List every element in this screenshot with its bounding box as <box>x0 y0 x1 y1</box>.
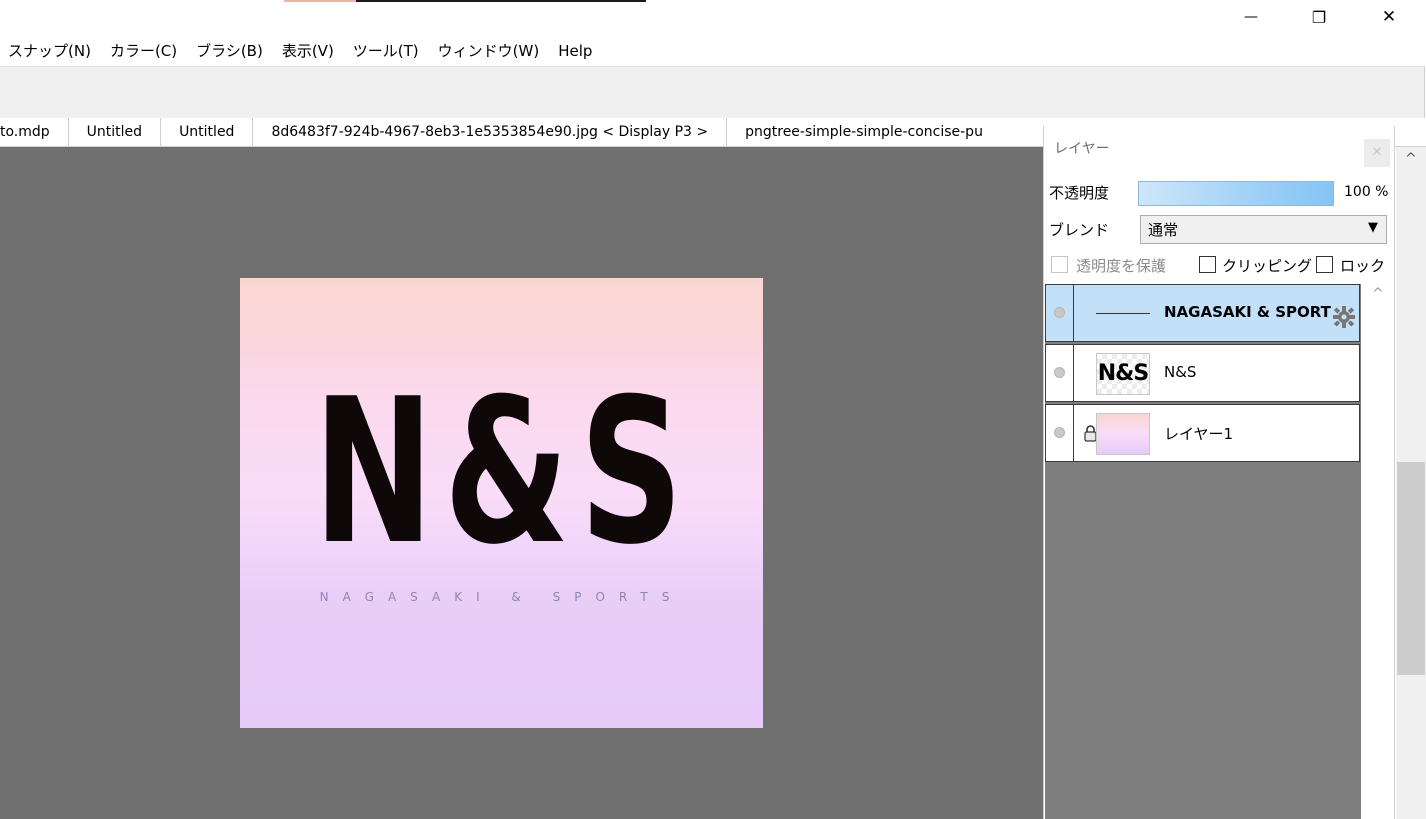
lock-checkbox[interactable] <box>1316 256 1333 273</box>
layer-row-text[interactable]: NAGASAKI & SPORT <box>1045 284 1360 342</box>
layer-name: N&S <box>1164 363 1197 381</box>
layer-list: NAGASAKI & SPORT N&S N&S レイヤー1 <box>1045 284 1361 819</box>
logo-main-text: N&S <box>313 356 694 589</box>
tab-pngtree[interactable]: pngtree-simple-simple-concise-pu <box>727 118 1001 146</box>
minimize-button[interactable]: — <box>1228 0 1274 34</box>
layer-panel: レイヤー ✕ 不透明度 100 % ブレンド 通常 ▼ 透明度を保護 クリッピン… <box>1043 126 1395 819</box>
scroll-up-icon[interactable]: ^ <box>1405 151 1417 167</box>
title-accent <box>284 0 356 2</box>
layer-panel-title: レイヤー <box>1054 141 1110 157</box>
blend-mode-select[interactable]: 通常 ▼ <box>1140 215 1387 244</box>
close-window-button[interactable]: ✕ <box>1366 0 1412 34</box>
image-layer-thumbnail: N&S <box>1096 353 1150 395</box>
layer-list-scrollbar[interactable]: ^ <box>1363 284 1393 819</box>
scroll-up-icon[interactable]: ^ <box>1372 286 1384 302</box>
layer-visibility-toggle[interactable] <box>1046 405 1074 461</box>
chevron-down-icon: ▼ <box>1368 220 1378 235</box>
blend-mode-value: 通常 <box>1148 221 1179 239</box>
menu-brush[interactable]: ブラシ(B) <box>188 36 274 66</box>
layer-name: レイヤー1 <box>1164 425 1234 443</box>
tab-jpg-image[interactable]: 8d6483f7-924b-4967-8eb3-1e5353854e90.jpg… <box>253 118 728 146</box>
tab-document[interactable]: to.mdp <box>0 118 69 146</box>
menu-help[interactable]: Help <box>550 36 603 66</box>
restore-button[interactable]: ❐ <box>1296 0 1342 34</box>
gradient-layer-thumbnail <box>1096 413 1150 455</box>
opacity-label: 不透明度 <box>1049 184 1110 202</box>
opacity-value: 100 % <box>1344 184 1389 200</box>
menu-window[interactable]: ウィンドウ(W) <box>430 36 551 66</box>
logo-subtitle-text: NAGASAKI & SPORTS <box>319 590 684 604</box>
lock-label: ロック <box>1340 257 1386 275</box>
protect-alpha-label: 透明度を保護 <box>1076 257 1167 275</box>
menu-tools[interactable]: ツール(T) <box>345 36 430 66</box>
clipping-label: クリッピング <box>1222 257 1313 275</box>
restore-icon: ❐ <box>1311 7 1327 27</box>
layer-row-image[interactable]: N&S N&S <box>1045 344 1360 402</box>
title-accent-dark <box>356 0 646 2</box>
close-icon: ✕ <box>1381 7 1397 27</box>
protect-alpha-checkbox[interactable] <box>1051 256 1068 273</box>
menu-view[interactable]: 表示(V) <box>274 36 345 66</box>
layer-visibility-toggle[interactable] <box>1046 345 1074 401</box>
minimize-icon: — <box>1244 9 1258 25</box>
canvas-vertical-scrollbar[interactable]: ^ <box>1396 147 1426 819</box>
menu-bar: スナップ(N) カラー(C) ブラシ(B) 表示(V) ツール(T) ウィンドウ… <box>0 36 1426 66</box>
opacity-slider[interactable] <box>1138 181 1334 206</box>
menu-snap[interactable]: スナップ(N) <box>0 36 102 66</box>
visibility-icon <box>1054 307 1065 318</box>
text-layer-thumbnail <box>1096 313 1150 314</box>
tab-untitled-1[interactable]: Untitled <box>68 118 162 146</box>
title-bar <box>0 0 1426 36</box>
visibility-icon <box>1054 427 1065 438</box>
layer-visibility-toggle[interactable] <box>1046 285 1074 341</box>
visibility-icon <box>1054 367 1065 378</box>
tab-untitled-2[interactable]: Untitled <box>161 118 254 146</box>
blend-label: ブレンド <box>1049 221 1110 239</box>
clipping-checkbox[interactable] <box>1199 256 1216 273</box>
tool-bar <box>0 66 1425 119</box>
panel-close-button[interactable]: ✕ <box>1364 139 1390 167</box>
scrollbar-thumb[interactable] <box>1397 462 1425 675</box>
layer-name: NAGASAKI & SPORT <box>1164 303 1331 321</box>
gear-icon[interactable] <box>1332 305 1356 329</box>
layer-row-gradient[interactable]: レイヤー1 <box>1045 404 1360 462</box>
menu-color[interactable]: カラー(C) <box>102 36 188 66</box>
